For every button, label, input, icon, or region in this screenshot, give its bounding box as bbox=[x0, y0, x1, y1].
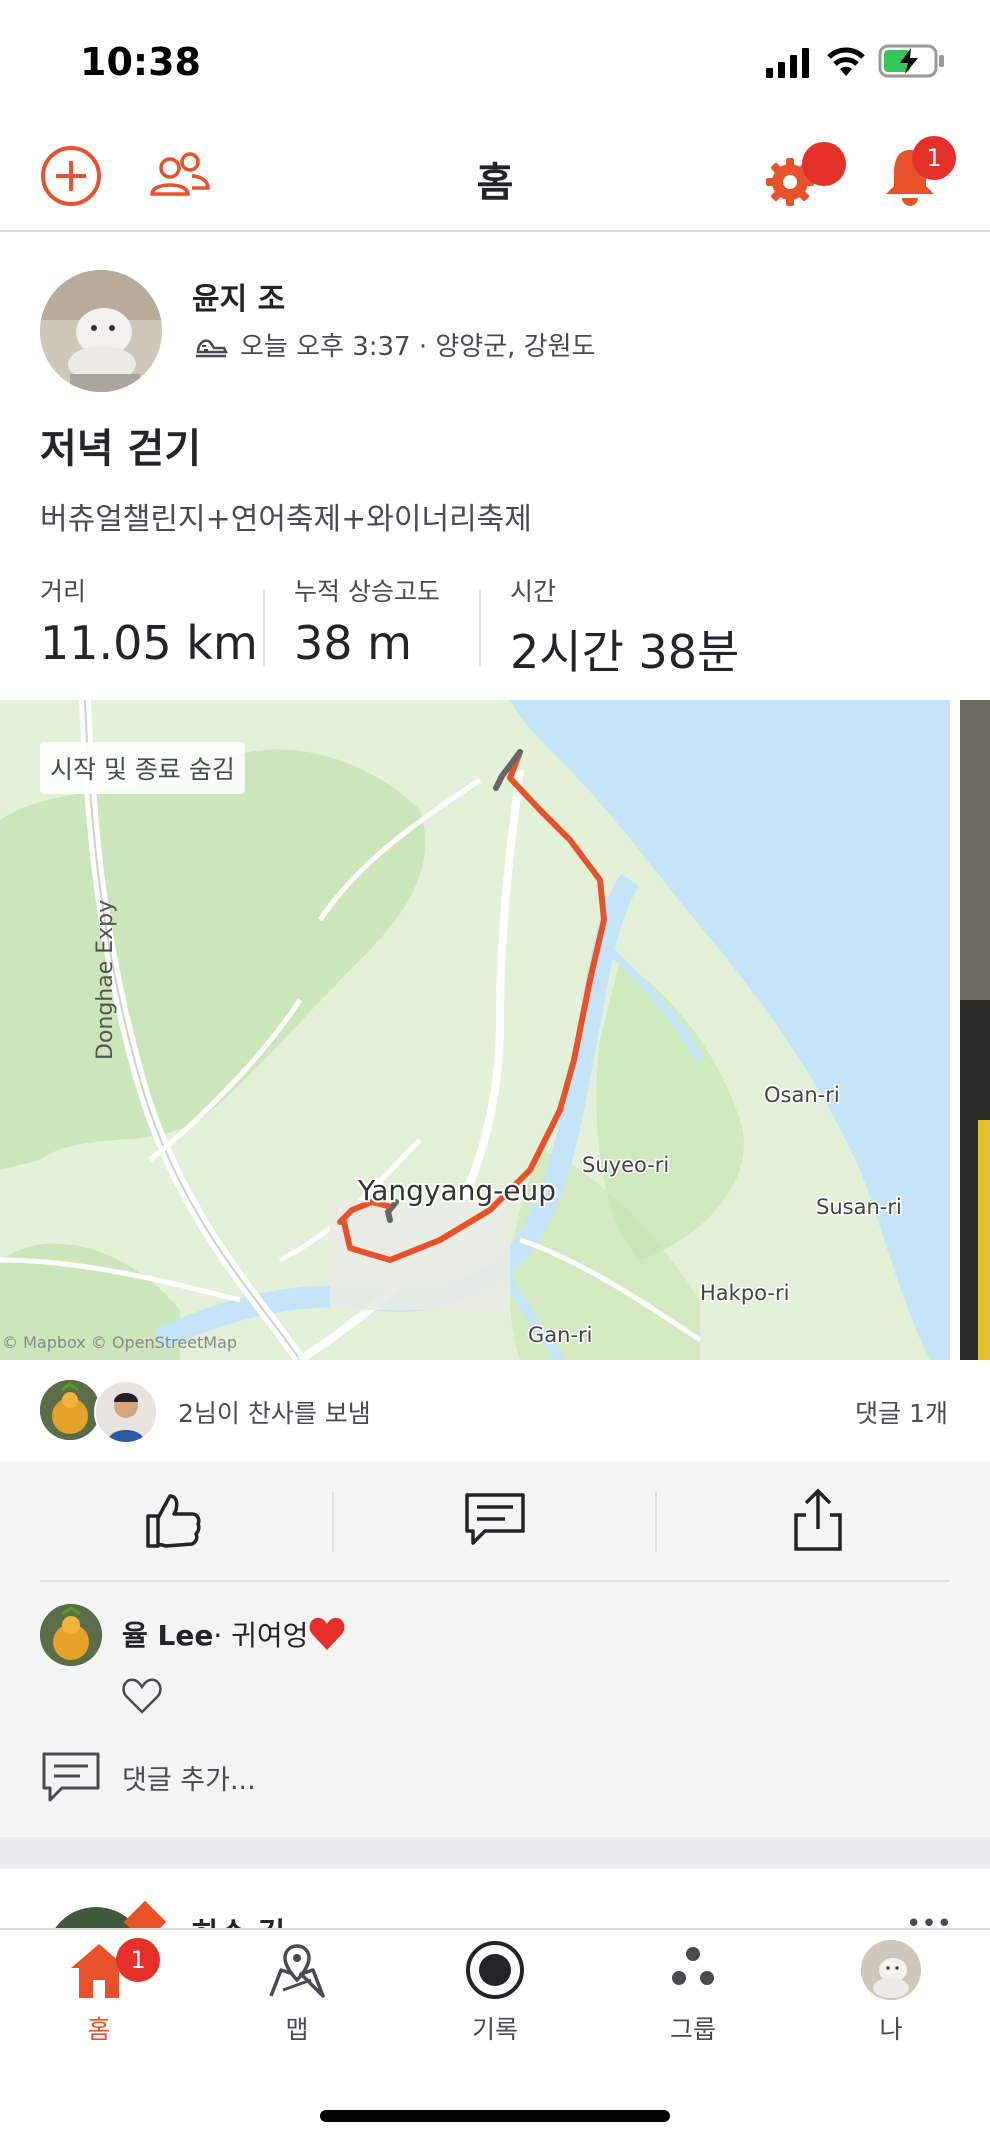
athlete-name[interactable]: 윤지 조 bbox=[192, 274, 285, 318]
map-label-expressway: Donghae Expy bbox=[93, 900, 118, 1060]
kudos-button[interactable] bbox=[10, 1480, 333, 1560]
map-label-osan: Osan-ri bbox=[764, 1083, 840, 1107]
home-indicator bbox=[320, 2110, 670, 2122]
tab-groups-label: 그룹 bbox=[669, 2015, 716, 2044]
athlete-avatar[interactable] bbox=[40, 270, 162, 392]
settings-button[interactable] bbox=[762, 142, 846, 214]
walk-icon bbox=[196, 339, 229, 357]
tab-groups[interactable]: 그룹 bbox=[594, 1940, 792, 2050]
tab-you[interactable]: 나 bbox=[792, 1940, 990, 2050]
profile-avatar bbox=[861, 1940, 921, 2000]
thumbs-up-icon bbox=[145, 1494, 201, 1548]
comment-icon bbox=[464, 1493, 525, 1545]
route-map[interactable]: Donghae Expy Yangyang-eup Osan-ri Suyeo-… bbox=[0, 700, 950, 1360]
kudos-avatar[interactable] bbox=[94, 1380, 158, 1444]
hide-start-end-label: 시작 및 종료 숨김 bbox=[40, 742, 245, 794]
wifi-icon bbox=[826, 46, 866, 82]
stat-divider bbox=[479, 590, 481, 666]
comment-icon bbox=[42, 1752, 100, 1802]
stat-label-distance: 거리 bbox=[40, 577, 87, 606]
tab-maps-label: 맵 bbox=[285, 2015, 309, 2044]
stat-value-time: 2시간 38분 bbox=[510, 625, 740, 679]
heart-outline-icon bbox=[122, 1678, 162, 1714]
tab-home-label: 홈 bbox=[87, 2015, 111, 2044]
battery-icon bbox=[878, 44, 946, 82]
map-label-hakpo: Hakpo-ri bbox=[700, 1281, 789, 1305]
notifications-button[interactable]: 1 bbox=[882, 136, 956, 210]
map-label-town: Yangyang-eup bbox=[357, 1174, 556, 1207]
next-activity-card[interactable]: 하수 김 ••• bbox=[0, 1869, 990, 1929]
tab-record[interactable]: 기록 bbox=[396, 1940, 594, 2050]
comment-text: · 귀여엉 bbox=[213, 1619, 309, 1652]
signal-icon bbox=[766, 48, 812, 82]
map-label-suyeo: Suyeo-ri bbox=[582, 1153, 669, 1177]
notification-badge: 1 bbox=[912, 136, 956, 180]
record-icon bbox=[466, 1941, 524, 1999]
stat-value-elevation: 38 m bbox=[294, 616, 412, 670]
activity-description: 버츄얼챌린지+연어축제+와이너리축제 bbox=[40, 502, 532, 537]
tab-maps[interactable]: 맵 bbox=[198, 1940, 396, 2050]
stat-value-distance: 11.05 km bbox=[40, 616, 258, 670]
red-heart-icon bbox=[310, 1617, 345, 1650]
like-comment-button[interactable] bbox=[120, 1676, 164, 1720]
activity-title[interactable]: 저녁 걷기 bbox=[40, 416, 201, 474]
stat-label-time: 시간 bbox=[510, 577, 557, 606]
section-spacer bbox=[0, 1837, 990, 1869]
add-comment-field[interactable]: 댓글 추가... bbox=[40, 1750, 256, 1804]
stat-label-elevation: 누적 상승고도 bbox=[294, 577, 440, 606]
next-photo-peek[interactable] bbox=[960, 700, 990, 1360]
activity-meta: 오늘 오후 3:37 · 양양군, 강원도 bbox=[240, 332, 596, 362]
kudos-summary[interactable]: 2님이 찬사를 보냄 bbox=[178, 1394, 371, 1430]
tab-home[interactable]: 홈 bbox=[0, 1940, 198, 2050]
comment-button[interactable] bbox=[333, 1480, 656, 1560]
settings-badge bbox=[802, 142, 846, 186]
map-label-susan: Susan-ri bbox=[816, 1195, 902, 1219]
groups-icon bbox=[672, 1947, 714, 1985]
tab-you-label: 나 bbox=[879, 2015, 903, 2044]
comment-author[interactable]: 율 Lee bbox=[122, 1614, 213, 1654]
next-avatar-badge bbox=[123, 1900, 167, 1929]
status-time: 10:38 bbox=[80, 40, 201, 84]
share-icon bbox=[793, 1488, 842, 1551]
stat-divider bbox=[263, 590, 265, 666]
kudos-avatar[interactable] bbox=[40, 1380, 100, 1440]
share-button[interactable] bbox=[656, 1480, 979, 1560]
more-options-icon[interactable]: ••• bbox=[906, 1909, 952, 1929]
comment-count[interactable]: 댓글 1개 bbox=[855, 1394, 948, 1430]
map-attribution: © Mapbox © OpenStreetMap bbox=[2, 1333, 237, 1352]
map-icon bbox=[269, 1944, 325, 1998]
home-tab-badge: 1 bbox=[116, 1938, 160, 1982]
map-label-gan: Gan-ri bbox=[528, 1323, 593, 1347]
tab-record-label: 기록 bbox=[471, 2015, 518, 2044]
add-comment-placeholder: 댓글 추가... bbox=[122, 1764, 256, 1796]
next-athlete-name[interactable]: 하수 김 bbox=[192, 1909, 285, 1929]
commenter-avatar[interactable] bbox=[40, 1604, 102, 1666]
